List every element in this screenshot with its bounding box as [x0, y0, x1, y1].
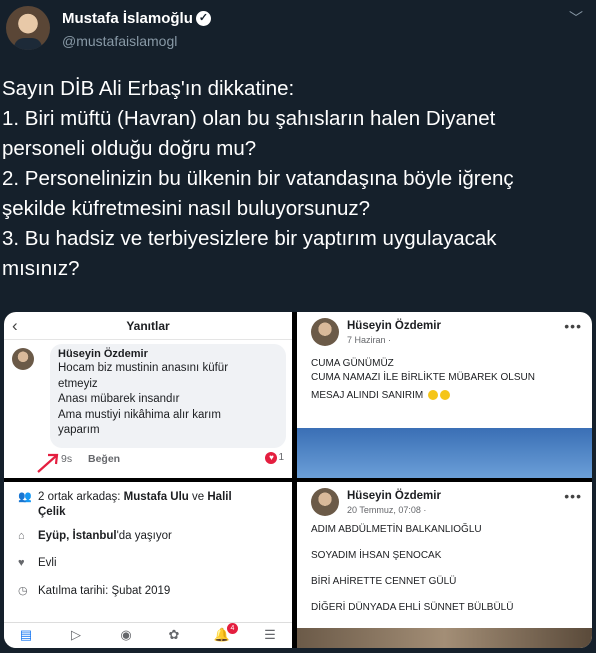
commenter-name: Hüseyin Özdemir [58, 348, 148, 360]
post-line: CUMA NAMAZI İLE BİRLİKTE MÜBAREK OLSUN [311, 372, 535, 383]
mutual-and: ve [188, 491, 208, 503]
comment-line: Anası mübarek insandır [58, 393, 180, 405]
tweet-line: personeli olduğu doğru mu? [2, 137, 257, 160]
post-line: ADIM ABDÜLMETİN BALKANLIOĞLU [311, 524, 482, 535]
tweet-line: 3. Bu hadsiz ve terbiyesizlere bir yaptı… [2, 227, 497, 250]
tweet-line: 1. Biri müftü (Havran) olan bu şahısları… [2, 107, 496, 130]
post-photo [297, 428, 592, 478]
poster-avatar [311, 488, 339, 516]
groups-tab-icon[interactable]: ✿ [164, 627, 184, 645]
author-name[interactable]: Mustafa İslamoğlu [62, 10, 193, 27]
tweet-media-grid[interactable]: ‹ Yanıtlar Hüseyin Özdemir Hocam biz mus… [4, 312, 592, 648]
replies-header: ‹ Yanıtlar [4, 312, 292, 340]
chevron-down-icon[interactable]: ﹀ [566, 8, 586, 28]
poster-name: Hüseyin Özdemir [347, 320, 441, 332]
comment-line: etmeyiz [58, 377, 98, 390]
verified-badge-icon: ✓ [196, 11, 211, 26]
like-button[interactable]: Beğen [88, 453, 120, 465]
profile-tab-icon[interactable]: ◉ [116, 627, 136, 645]
relationship-row: ♥ Evli [18, 557, 57, 569]
poster-name: Hüseyin Özdemir [347, 490, 441, 502]
red-arrow-annotation [37, 453, 59, 473]
comment-line: Ama mustiyi nikâhima alır karım [58, 408, 221, 421]
grin-emoji-icon [428, 390, 439, 401]
comment-line: Hocam biz mustinin anasını küfür [58, 362, 229, 374]
post-line: DİĞERİ DÜNYADA EHLİ SÜNNET BÜLBÜLÜ [311, 602, 514, 613]
notifications-tab-icon[interactable]: 🔔 4 [212, 623, 238, 645]
lives-in-row: ⌂ Eyüp, İstanbul'da yaşıyor [18, 530, 172, 542]
tweet-line: mısınız? [2, 257, 80, 280]
watch-tab-icon[interactable]: ▷ [66, 627, 86, 645]
post-date: 20 Temmuz, 07:08 · [347, 505, 427, 515]
mutual-friends-row: 👥 2 ortak arkadaş: Mustafa Ulu ve Halil [18, 490, 232, 503]
mutual-name: Halil [207, 491, 232, 503]
tweet-text: Sayın DİB Ali Erbaş'ın dikkatine: 1. Bir… [2, 74, 592, 284]
post-line: CUMA GÜNÜMÜZ [311, 358, 394, 369]
joined-value: Katılma tarihi: Şubat 2019 [38, 585, 171, 597]
relationship-value: Evli [38, 557, 57, 569]
more-options-icon[interactable]: ••• [564, 318, 582, 334]
reaction-count: ♥ 1 [265, 452, 284, 464]
mutual-name: Mustafa Ulu [123, 491, 189, 503]
home-icon: ⌂ [18, 530, 25, 542]
tweet-line: 2. Personelinizin bu ülkenin bir vatanda… [2, 167, 514, 190]
post-line-text: MESAJ ALINDI SANIRIM [311, 390, 424, 401]
lives-suffix: 'da yaşıyor [116, 530, 172, 542]
menu-tab-icon[interactable]: ☰ [260, 627, 280, 645]
tweet-header: Mustafa İslamoğlu ✓ @mustafaislamogl ﹀ [0, 0, 596, 62]
reaction-count-value: 1 [278, 452, 284, 463]
post-line: SOYADIM İHSAN ŞENOCAK [311, 550, 442, 561]
friends-icon: 👥 [18, 491, 32, 503]
comment-time: 9s [61, 453, 73, 465]
poster-avatar [311, 318, 339, 346]
post-photo [297, 628, 592, 648]
media-post-2-screenshot[interactable]: Hüseyin Özdemir 20 Temmuz, 07:08 · ••• A… [297, 482, 592, 648]
post-line: BİRİ AHİRETTE CENNET GÜLÜ [311, 576, 457, 587]
comment-line: yaparım [58, 424, 100, 436]
heart-icon: ♥ [265, 452, 278, 464]
post-line: MESAJ ALINDI SANIRIM [311, 390, 451, 401]
grin-emoji-icon [440, 390, 451, 401]
mutual-prefix: 2 ortak arkadaş: [38, 491, 124, 503]
clock-icon: ◷ [18, 585, 28, 597]
bottom-tab-bar: ▤ ▷ ◉ ✿ 🔔 4 ☰ [4, 622, 292, 648]
heart-icon: ♥ [18, 557, 25, 569]
lives-place: Eyüp, İstanbul [38, 530, 117, 542]
commenter-avatar [12, 348, 34, 370]
notification-count: 4 [227, 623, 238, 634]
post-date: 7 Haziran · [347, 335, 392, 345]
joined-row: ◷ Katılma tarihi: Şubat 2019 [18, 584, 170, 597]
mutual-name-continued: Çelik [38, 506, 66, 518]
author-handle[interactable]: @mustafaislamogl [62, 33, 177, 49]
author-avatar[interactable] [6, 6, 50, 50]
media-profile-screenshot[interactable]: 👥 2 ortak arkadaş: Mustafa Ulu ve Halil Ç… [4, 482, 292, 648]
news-feed-tab-icon[interactable]: ▤ [16, 627, 36, 645]
more-options-icon[interactable]: ••• [564, 488, 582, 504]
tweet-line: şekilde küfretmesini nasıl buluyorsunuz? [2, 197, 371, 220]
media-replies-screenshot[interactable]: ‹ Yanıtlar Hüseyin Özdemir Hocam biz mus… [4, 312, 292, 478]
replies-title: Yanıtlar [126, 319, 170, 333]
comment-bubble: Hüseyin Özdemir Hocam biz mustinin anası… [50, 344, 286, 448]
media-post-1-screenshot[interactable]: Hüseyin Özdemir 7 Haziran · ••• CUMA GÜN… [297, 312, 592, 478]
tweet-line: Sayın DİB Ali Erbaş'ın dikkatine: [2, 77, 295, 100]
